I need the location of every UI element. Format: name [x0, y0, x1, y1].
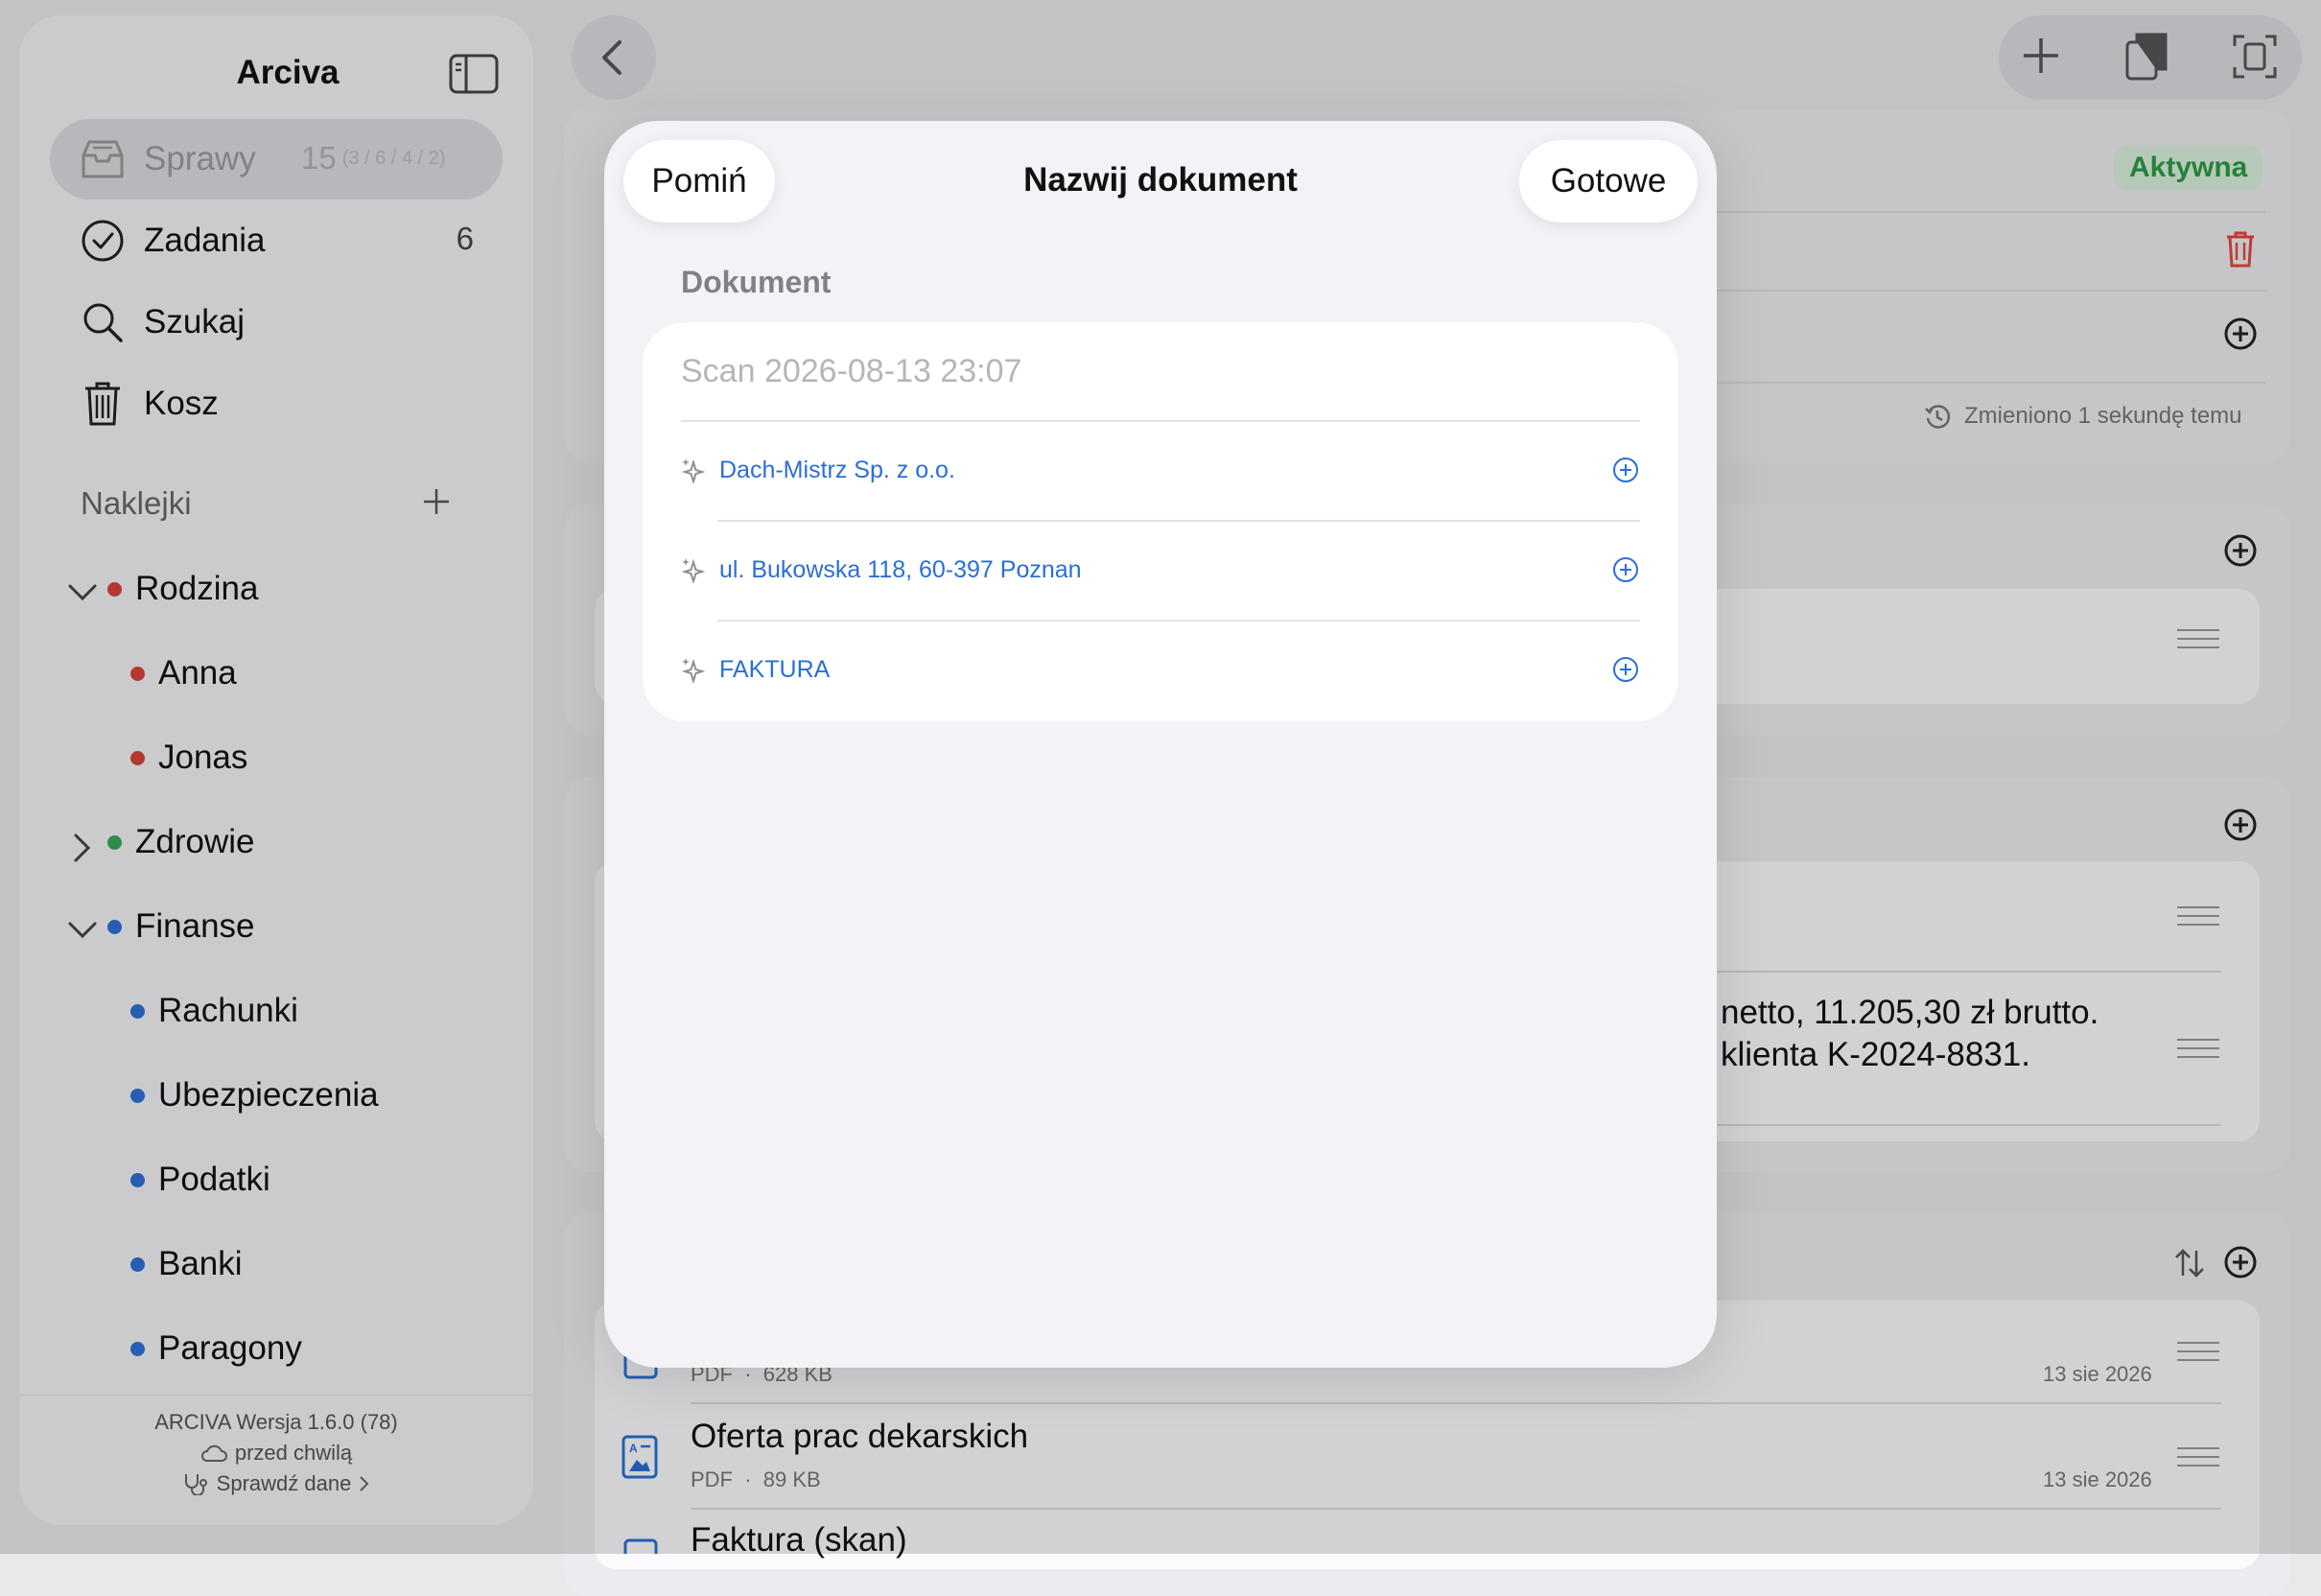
done-button[interactable]: Gotowe — [1519, 140, 1698, 223]
suggestion-row[interactable]: ul. Bukowska 118, 60-397 Poznan — [681, 541, 1640, 598]
sparkle-icon — [681, 457, 706, 483]
suggestion-text: Dach-Mistrz Sp. z o.o. — [719, 456, 955, 483]
rename-document-sheet: Pomiń Nazwij dokument Gotowe Dokument Sc… — [604, 121, 1717, 1368]
document-name-input[interactable]: Scan 2026-08-13 23:07 — [681, 353, 1640, 390]
divider — [717, 620, 1640, 622]
sparkle-icon — [681, 556, 706, 583]
suggestion-text: ul. Bukowska 118, 60-397 Poznan — [719, 555, 1082, 583]
section-label: Dokument — [681, 265, 832, 299]
add-circle-icon[interactable] — [1611, 555, 1640, 584]
name-card: Scan 2026-08-13 23:07 Dach-Mistrz Sp. z … — [643, 322, 1678, 721]
sparkle-icon — [681, 656, 706, 683]
add-circle-icon[interactable] — [1611, 655, 1640, 684]
divider — [717, 520, 1640, 522]
suggestion-text: FAKTURA — [719, 655, 831, 683]
suggestion-row[interactable]: Dach-Mistrz Sp. z o.o. — [681, 441, 1640, 499]
add-circle-icon[interactable] — [1611, 456, 1640, 484]
divider — [681, 420, 1640, 422]
suggestion-row[interactable]: FAKTURA — [681, 641, 1640, 698]
